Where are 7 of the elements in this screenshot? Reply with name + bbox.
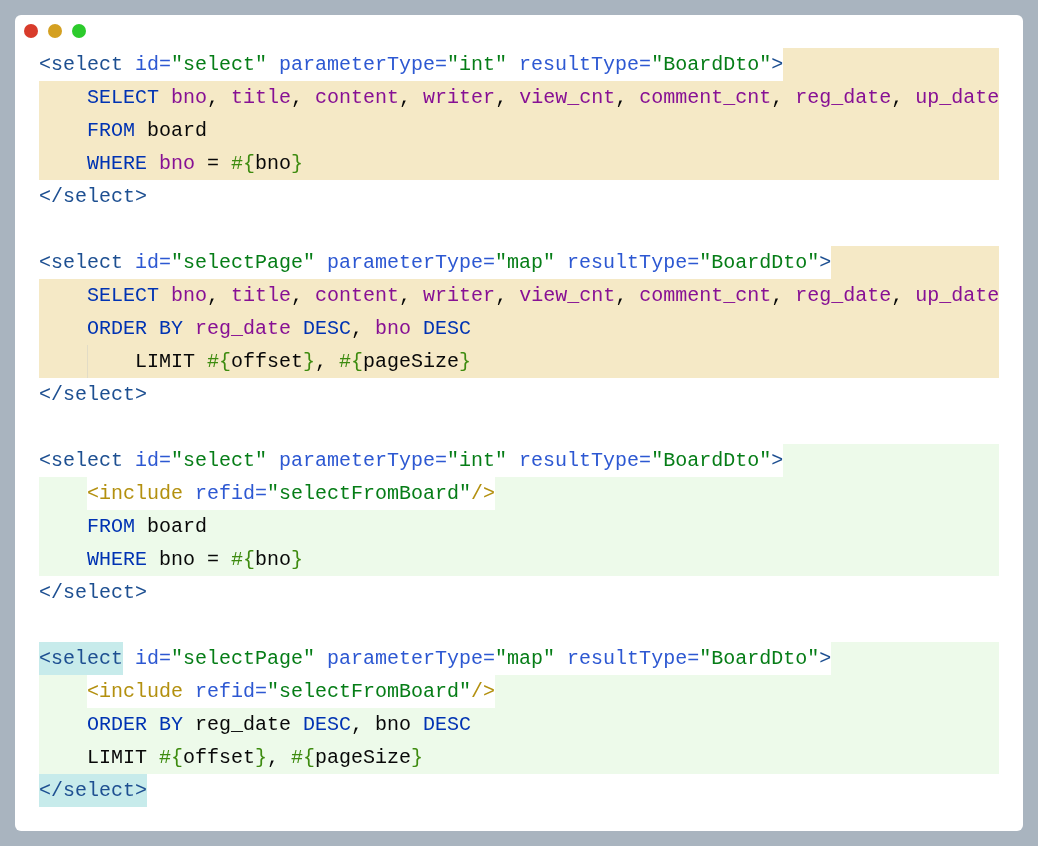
- maximize-button[interactable]: [72, 24, 86, 38]
- code-line: </select>: [39, 382, 149, 408]
- code-line: </select>: [39, 774, 999, 807]
- code-line: </select>: [39, 184, 149, 210]
- minimize-button[interactable]: [48, 24, 62, 38]
- close-button[interactable]: [24, 24, 38, 38]
- code-line: </select>: [39, 580, 149, 606]
